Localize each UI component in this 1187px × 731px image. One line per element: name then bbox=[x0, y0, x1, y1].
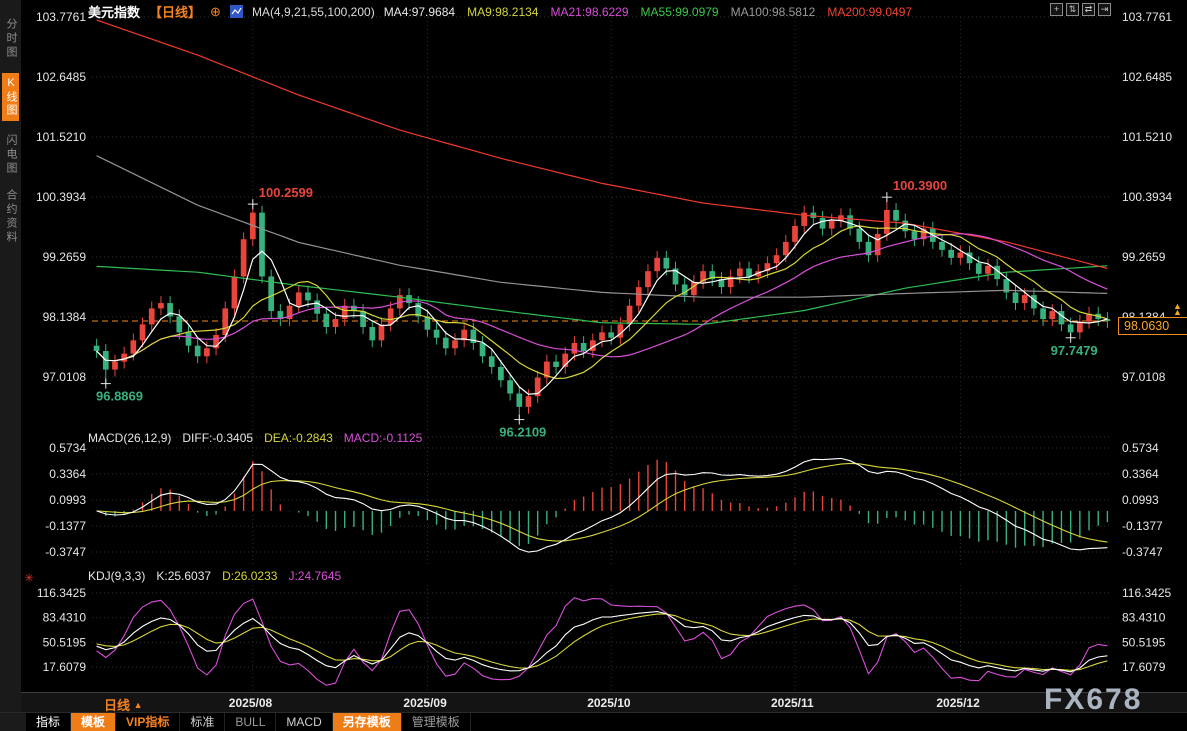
symbol-title: 美元指数 bbox=[88, 5, 141, 20]
svg-text:97.0108: 97.0108 bbox=[43, 370, 87, 384]
kdj-layer bbox=[96, 596, 1108, 686]
left-sidebar: 分时图 K线图闪电图合约资料 bbox=[0, 0, 21, 712]
toolbar-tab-vip-indicators[interactable]: VIP指标 bbox=[116, 713, 181, 731]
toolbar-tabs: 指标 模板 VIP指标 标准 BULL MACD 另存模板 管理模板 bbox=[26, 713, 471, 731]
svg-text:100.3934: 100.3934 bbox=[36, 190, 86, 204]
x-axis-month-label: 2025/11 bbox=[770, 696, 814, 710]
sidebar-item-lightning-chart[interactable]: 闪电图 bbox=[3, 134, 18, 176]
macd-indicator-header: MACD(26,12,9) DIFF:-0.3405 DEA:-0.2843 M… bbox=[88, 431, 422, 445]
toolbar-tab-manage-template[interactable]: 管理模板 bbox=[402, 713, 471, 731]
kdj-k-value: K:25.6037 bbox=[156, 569, 212, 583]
svg-text:97.7479: 97.7479 bbox=[1051, 343, 1098, 358]
svg-text:102.6485: 102.6485 bbox=[36, 70, 86, 84]
svg-text:97.0108: 97.0108 bbox=[1122, 370, 1166, 384]
ma-value: MA4:97.9684 bbox=[383, 4, 456, 19]
x-axis-month-label: 2025/10 bbox=[587, 696, 631, 710]
toolbar-tab-template[interactable]: 模板 bbox=[71, 713, 117, 731]
macd-value: MACD:-0.1125 bbox=[343, 431, 423, 445]
period-tag: 【日线】 bbox=[149, 5, 202, 20]
svg-text:0.3364: 0.3364 bbox=[49, 467, 86, 481]
svg-text:0.0993: 0.0993 bbox=[49, 493, 86, 507]
price-chart-canvas[interactable]: 103.7761 103.7761 102.6485 102.6485 101.5210… bbox=[0, 0, 1187, 731]
svg-text:83.4310: 83.4310 bbox=[1122, 611, 1166, 625]
chart-header: 美元指数 【日线】 ⊕ MA(4,9,21,55,100,200) MA4:97… bbox=[88, 2, 912, 21]
x-axis-month-label: 2025/08 bbox=[228, 696, 273, 710]
toolbar-tab-indicators[interactable]: 指标 bbox=[26, 713, 72, 731]
toolbar-tab-save-template[interactable]: 另存模板 bbox=[332, 713, 402, 731]
ma-values: MA4:97.9684 MA9:98.2134 MA21:98.6229 MA55:9… bbox=[384, 5, 912, 19]
ma-value: MA21:98.6229 bbox=[550, 4, 629, 19]
kdj-indicator-header: KDJ(9,3,3) K:25.6037 D:26.0233 J:24.7645 bbox=[88, 569, 341, 583]
x-axis-month-label: 2025/09 bbox=[403, 696, 447, 710]
candles-layer bbox=[93, 197, 1111, 420]
svg-text:17.6079: 17.6079 bbox=[1122, 660, 1166, 674]
sidebar-item-time-share-chart[interactable]: 分时图 bbox=[3, 18, 18, 60]
svg-text:0.5734: 0.5734 bbox=[1122, 441, 1159, 455]
svg-text:-0.3747: -0.3747 bbox=[45, 545, 86, 559]
current-price-badge: 98.0630 bbox=[1118, 317, 1187, 335]
ma-value: MA55:99.0979 bbox=[640, 4, 719, 19]
svg-text:100.3900: 100.3900 bbox=[893, 178, 947, 193]
toolbar-tab-macd[interactable]: MACD bbox=[276, 713, 333, 731]
kdj-j-value: J:24.7645 bbox=[288, 569, 342, 583]
svg-text:0.5734: 0.5734 bbox=[49, 441, 86, 455]
svg-text:50.5195: 50.5195 bbox=[1122, 635, 1166, 649]
svg-text:-0.3747: -0.3747 bbox=[1122, 545, 1163, 559]
svg-text:98.1384: 98.1384 bbox=[43, 310, 87, 324]
macd-layer bbox=[96, 457, 1109, 553]
svg-text:17.6079: 17.6079 bbox=[43, 660, 87, 674]
collapse-panel-icon[interactable]: ⇥ bbox=[1098, 3, 1111, 16]
y-axis-scale-icon[interactable]: ⇅ bbox=[1066, 3, 1079, 16]
ma-value: MA200:99.0497 bbox=[827, 4, 913, 19]
toolbar-tab-standard[interactable]: 标准 bbox=[180, 713, 226, 731]
price-up-arrow-icon: ▲ ▲ bbox=[1173, 301, 1182, 317]
bottom-toolbar: 指标 模板 VIP指标 标准 BULL MACD 另存模板 管理模板 bbox=[0, 712, 1187, 731]
sidebar-item-candlestick-chart[interactable]: K线图 bbox=[2, 73, 19, 121]
svg-text:0.3364: 0.3364 bbox=[1122, 467, 1159, 481]
svg-text:116.3425: 116.3425 bbox=[37, 586, 86, 600]
move-icon[interactable]: + bbox=[1050, 3, 1063, 16]
svg-text:116.3425: 116.3425 bbox=[1122, 586, 1171, 600]
svg-text:100.3934: 100.3934 bbox=[1122, 190, 1172, 204]
svg-text:101.5210: 101.5210 bbox=[1122, 130, 1172, 144]
svg-text:99.2659: 99.2659 bbox=[1122, 250, 1166, 264]
add-indicator-icon[interactable]: ⊕ bbox=[210, 4, 221, 20]
indicator-settings-icon[interactable]: ✳ bbox=[24, 571, 34, 585]
svg-text:-0.1377: -0.1377 bbox=[1122, 519, 1163, 533]
svg-text:99.2659: 99.2659 bbox=[43, 250, 87, 264]
ma-group-label: MA(4,9,21,55,100,200) bbox=[251, 4, 375, 19]
x-axis-strip: 日线 ▲ 2025/08 2025/09 2025/10 2025/11 2025/12 bbox=[0, 692, 1187, 713]
svg-text:-0.1377: -0.1377 bbox=[45, 519, 86, 533]
ma-value: MA100:98.5812 bbox=[730, 4, 816, 19]
svg-text:83.4310: 83.4310 bbox=[43, 611, 87, 625]
chart-type-icon[interactable] bbox=[229, 5, 243, 18]
svg-text:100.2599: 100.2599 bbox=[259, 185, 313, 200]
macd-diff-value: DIFF:-0.3405 bbox=[182, 431, 254, 445]
svg-text:103.7761: 103.7761 bbox=[36, 10, 86, 24]
triangle-up-icon: ▲ bbox=[133, 700, 143, 710]
sidebar-item-contract-info[interactable]: 合约资料 bbox=[3, 189, 18, 245]
toolbar-spacer bbox=[0, 713, 26, 731]
svg-text:103.7761: 103.7761 bbox=[1122, 10, 1172, 24]
ma-value: MA9:98.2134 bbox=[467, 4, 539, 19]
gridlines bbox=[92, 16, 1112, 690]
x-axis-month-label: 2025/12 bbox=[936, 696, 980, 710]
toolbar-tab-bull[interactable]: BULL bbox=[225, 713, 277, 731]
x-axis-scale-icon[interactable]: ⇄ bbox=[1082, 3, 1095, 16]
svg-text:101.5210: 101.5210 bbox=[36, 130, 86, 144]
kdj-title: KDJ(9,3,3) bbox=[88, 569, 146, 583]
svg-text:102.6485: 102.6485 bbox=[1122, 70, 1172, 84]
macd-title: MACD(26,12,9) bbox=[88, 431, 172, 445]
svg-text:96.2109: 96.2109 bbox=[499, 425, 546, 440]
svg-text:96.8869: 96.8869 bbox=[96, 389, 143, 404]
kdj-d-value: D:26.0233 bbox=[222, 569, 278, 583]
svg-text:50.5195: 50.5195 bbox=[43, 635, 87, 649]
fx678-watermark: FX678 bbox=[1044, 683, 1143, 716]
macd-dea-value: DEA:-0.2843 bbox=[264, 431, 333, 445]
svg-text:0.0993: 0.0993 bbox=[1122, 493, 1159, 507]
chart-tool-icons: + ⇅ ⇄ ⇥ bbox=[1050, 3, 1111, 16]
